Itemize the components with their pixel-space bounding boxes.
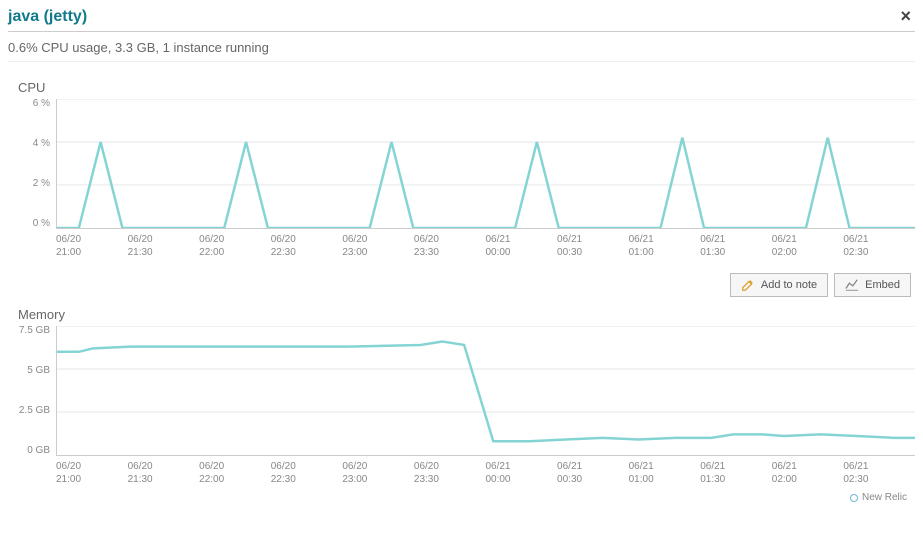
x-tick: 06/2101:00 [629,456,701,486]
memory-chart-title: Memory [18,307,915,322]
y-tick: 2 % [33,179,50,189]
x-tick: 06/2021:30 [128,229,200,259]
x-tick: 06/2101:00 [629,229,701,259]
x-tick: 06/2100:30 [557,456,629,486]
cpu-chart-title: CPU [18,80,915,95]
memory-x-axis: 06/2021:0006/2021:3006/2022:0006/2022:30… [56,456,915,486]
x-tick: 06/2022:00 [199,229,271,259]
x-tick: 06/2023:30 [414,229,486,259]
x-tick: 06/2102:00 [772,229,844,259]
cpu-y-axis: 6 % 4 % 2 % 0 % [8,99,56,229]
x-tick: 06/2022:30 [271,456,343,486]
x-tick: 06/2022:30 [271,229,343,259]
x-tick: 06/2102:30 [843,229,915,259]
y-tick: 6 % [33,99,50,109]
memory-chart: Memory 7.5 GB 5 GB 2.5 GB 0 GB 06/20 [8,307,915,486]
x-tick: 06/2102:00 [772,456,844,486]
add-to-note-label: Add to note [761,279,817,291]
brand-footer: New Relic [8,492,915,503]
embed-button[interactable]: Embed [834,273,911,297]
y-tick: 7.5 GB [19,326,50,336]
x-tick: 06/2100:00 [485,229,557,259]
cpu-chart: CPU 6 % 4 % 2 % 0 % 06/2021:0006/202 [8,80,915,259]
chart-icon [845,278,859,292]
y-tick: 4 % [33,139,50,149]
panel-subheader: 0.6% CPU usage, 3.3 GB, 1 instance runni… [8,32,915,62]
close-icon[interactable]: × [896,6,915,27]
x-tick: 06/2023:00 [342,456,414,486]
x-tick: 06/2022:00 [199,456,271,486]
y-tick: 0 % [33,219,50,229]
brand-icon [850,494,858,502]
x-tick: 06/2102:30 [843,456,915,486]
y-tick: 0 GB [27,446,50,456]
x-tick: 06/2021:00 [56,229,128,259]
chart-toolbar: Add to note Embed [730,273,911,297]
panel-header: java (jetty) × [8,0,915,32]
embed-label: Embed [865,279,900,291]
x-tick: 06/2100:30 [557,229,629,259]
cpu-plot [56,99,915,229]
cpu-series-line [57,138,915,228]
memory-y-axis: 7.5 GB 5 GB 2.5 GB 0 GB [8,326,56,456]
x-tick: 06/2101:30 [700,229,772,259]
x-tick: 06/2021:30 [128,456,200,486]
x-tick: 06/2101:30 [700,456,772,486]
cpu-x-axis: 06/2021:0006/2021:3006/2022:0006/2022:30… [56,229,915,259]
pencil-icon [741,278,755,292]
memory-plot [56,326,915,456]
memory-series-line [57,341,915,441]
panel-title: java (jetty) [8,8,87,26]
x-tick: 06/2023:30 [414,456,486,486]
x-tick: 06/2021:00 [56,456,128,486]
y-tick: 2.5 GB [19,406,50,416]
add-to-note-button[interactable]: Add to note [730,273,828,297]
brand-label: New Relic [862,492,907,503]
x-tick: 06/2023:00 [342,229,414,259]
y-tick: 5 GB [27,366,50,376]
x-tick: 06/2100:00 [485,456,557,486]
process-panel: java (jetty) × 0.6% CPU usage, 3.3 GB, 1… [0,0,923,503]
